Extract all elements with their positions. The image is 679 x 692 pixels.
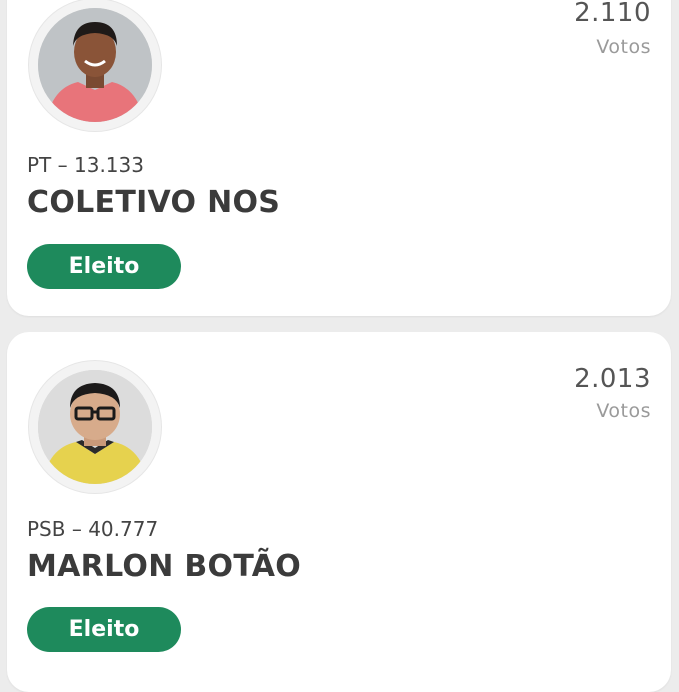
party-number: PT – 13.133 xyxy=(27,153,144,177)
status-badge: Eleito xyxy=(27,607,181,652)
candidate-avatar-frame xyxy=(29,361,161,493)
candidate-photo-avatar xyxy=(38,8,152,122)
candidate-name: COLETIVO NOS xyxy=(27,185,281,220)
candidate-name: MARLON BOTÃO xyxy=(27,549,302,584)
votes-label: Votos xyxy=(596,400,651,422)
party-number: PSB – 40.777 xyxy=(27,517,159,541)
candidate-avatar-frame xyxy=(29,0,161,131)
votes-count: 2.110 xyxy=(574,0,651,28)
candidate-card[interactable]: 2.013 Votos PSB – 40.777 MARLON BOTÃO El… xyxy=(7,332,671,692)
votes-count: 2.013 xyxy=(574,364,651,394)
candidate-photo-avatar xyxy=(38,370,152,484)
votes-label: Votos xyxy=(596,36,651,58)
status-badge: Eleito xyxy=(27,244,181,289)
candidate-card[interactable]: 2.110 Votos PT – 13.133 COLETIVO NOS Ele… xyxy=(7,0,671,316)
